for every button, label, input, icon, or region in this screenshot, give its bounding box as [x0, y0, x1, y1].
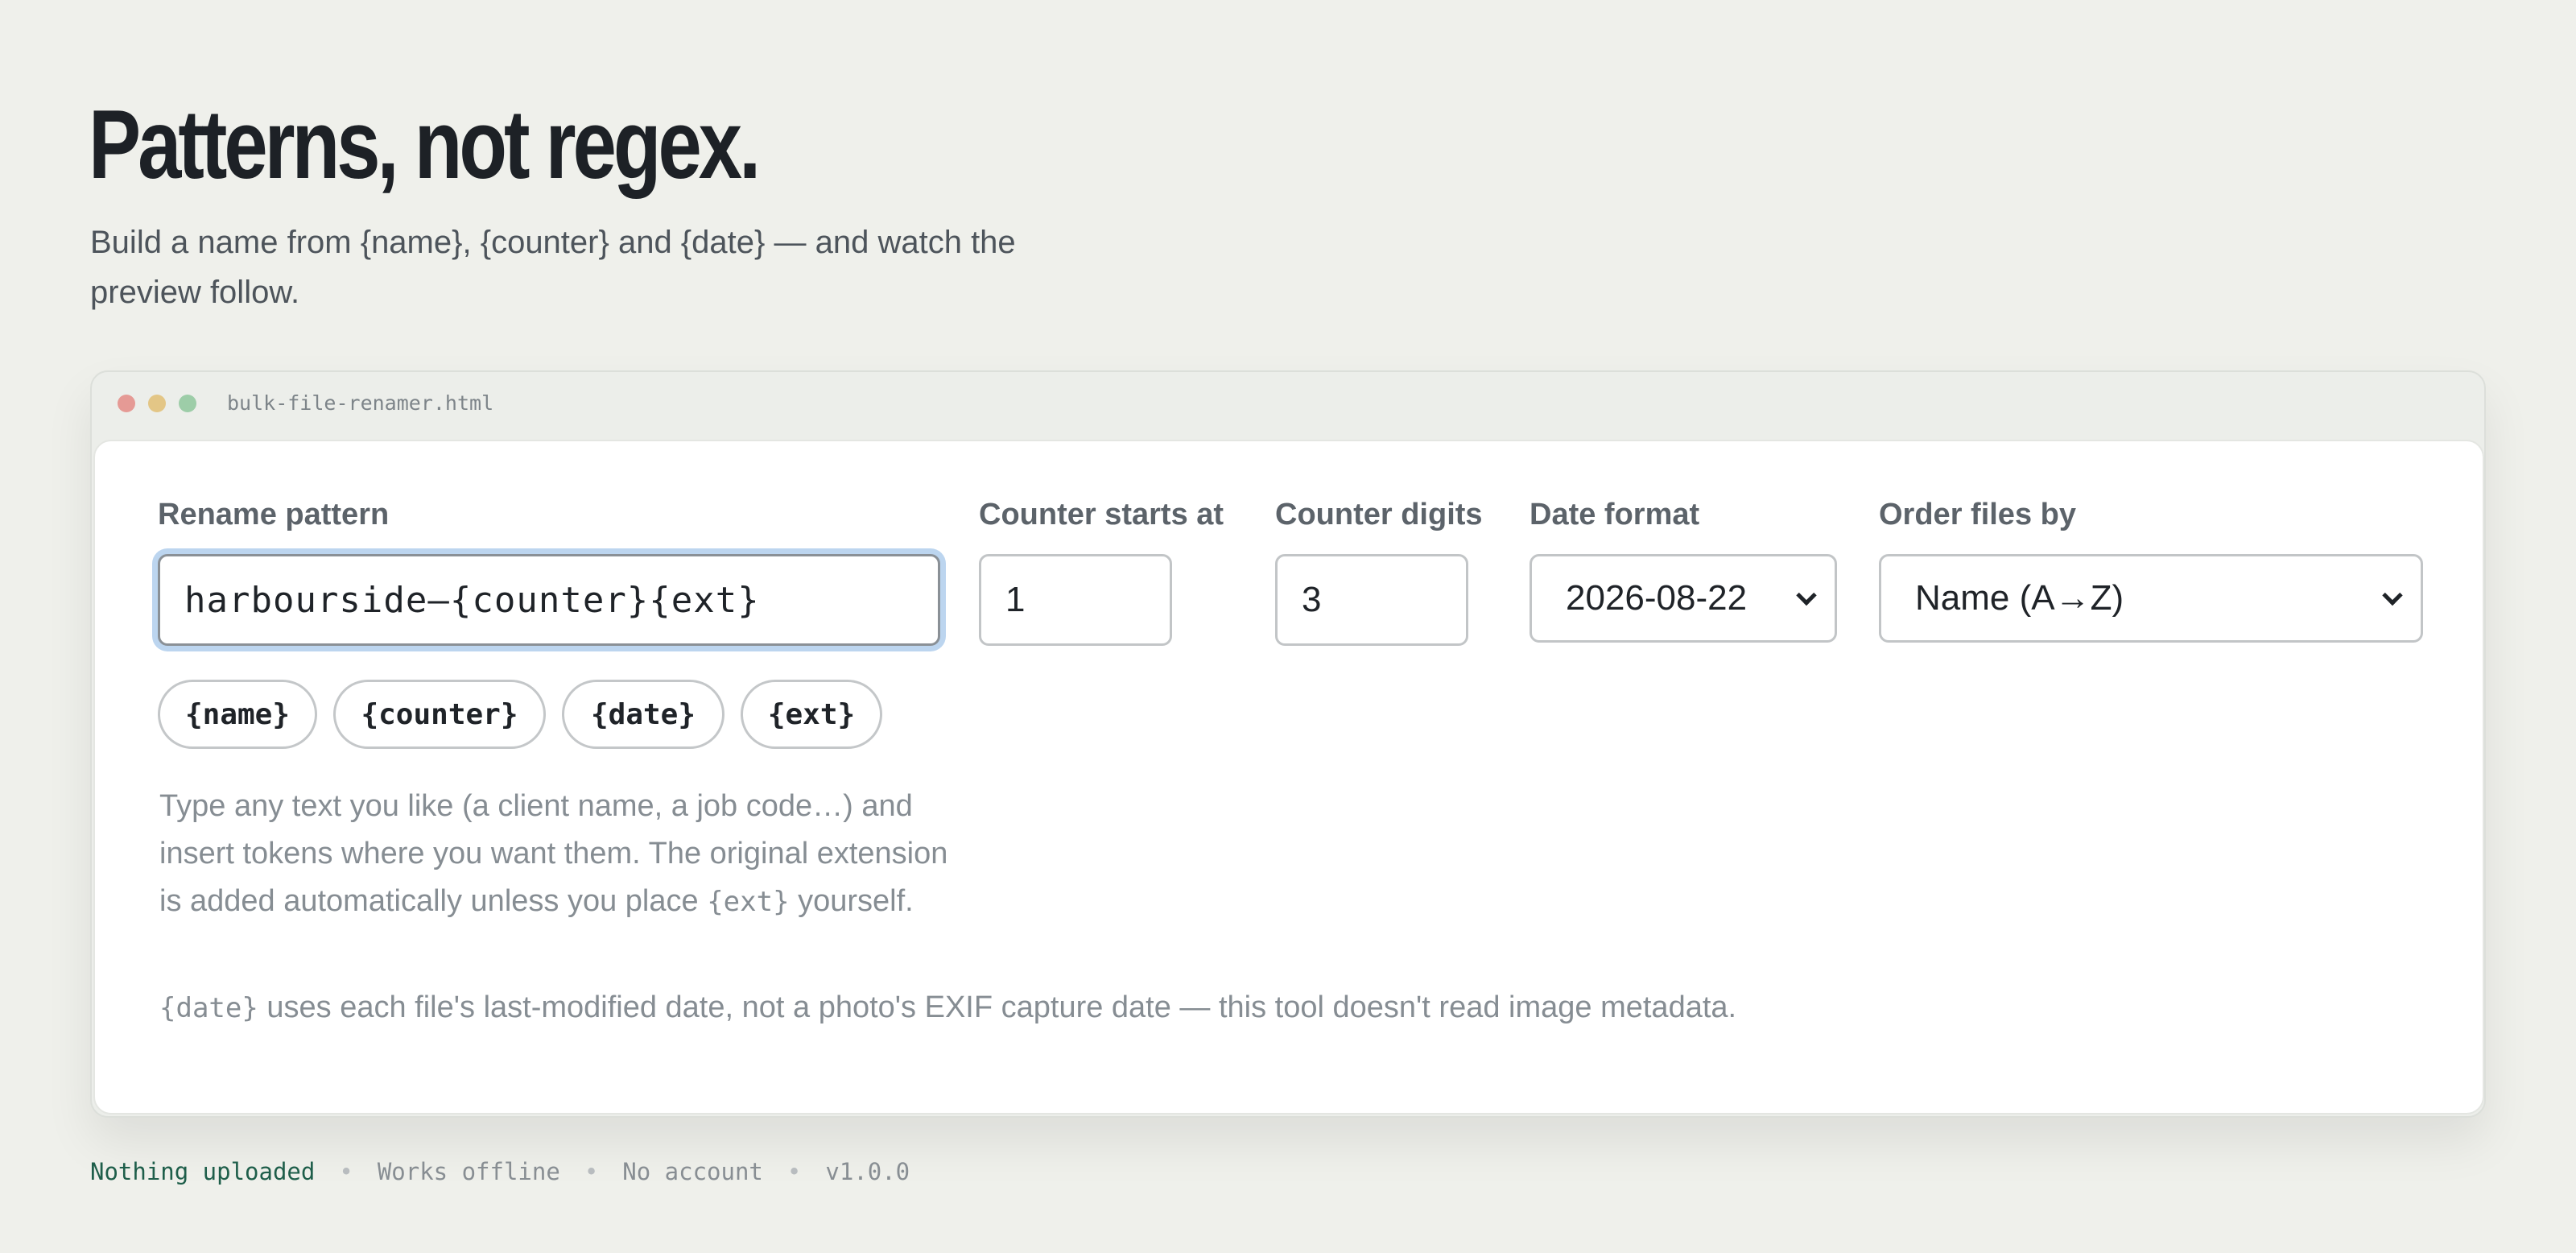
footer-separator: • — [584, 1158, 599, 1185]
window-titlebar: bulk-file-renamer.html — [92, 372, 2484, 436]
footer-status: Nothing uploaded • Works offline • No ac… — [90, 1158, 910, 1185]
token-ext-button[interactable]: {ext} — [741, 680, 882, 749]
date-format-label: Date format — [1530, 498, 1700, 531]
order-value: Name (A→Z) — [1915, 578, 2124, 618]
footer-no-account: No account — [622, 1158, 763, 1185]
order-label: Order files by — [1879, 498, 2076, 531]
footer-separator: • — [786, 1158, 802, 1185]
footer-separator: • — [339, 1158, 353, 1185]
help-text-tail: yourself. — [798, 884, 914, 918]
counter-start-input[interactable]: 1 — [979, 554, 1172, 646]
browser-window: bulk-file-renamer.html Rename pattern ha… — [90, 370, 2486, 1118]
pattern-label: Rename pattern — [158, 498, 390, 531]
footer-works-offline: Works offline — [377, 1158, 560, 1185]
page-title: Patterns, not regex. — [89, 89, 761, 199]
chevron-down-icon — [2382, 585, 2403, 606]
order-select[interactable]: Name (A→Z) — [1879, 554, 2423, 643]
chevron-down-icon — [1796, 585, 1817, 606]
date-note: {date} uses each file's last-modified da… — [159, 984, 2333, 1032]
date-note-code: {date} — [159, 992, 258, 1024]
pattern-help-text: Type any text you like (a client name, a… — [159, 783, 956, 926]
counter-digits-value: 3 — [1302, 580, 1322, 619]
counter-start-value: 1 — [1005, 580, 1026, 619]
help-text-code: {ext} — [707, 886, 790, 918]
counter-start-label: Counter starts at — [979, 498, 1224, 531]
token-date-button[interactable]: {date} — [562, 680, 724, 749]
token-name-button[interactable]: {name} — [158, 680, 317, 749]
pattern-input-value: harbourside–{counter}{ext} — [184, 579, 760, 621]
minimize-window-dot-icon[interactable] — [148, 395, 166, 412]
close-window-dot-icon[interactable] — [118, 395, 135, 412]
token-counter-button[interactable]: {counter} — [333, 680, 546, 749]
window-filename: bulk-file-renamer.html — [227, 391, 494, 415]
date-format-value: 2026-08-22 — [1566, 578, 1748, 618]
counter-digits-label: Counter digits — [1275, 498, 1483, 531]
page-subtitle: Build a name from {name}, {counter} and … — [90, 225, 1016, 310]
date-format-select[interactable]: 2026-08-22 — [1530, 554, 1837, 643]
maximize-window-dot-icon[interactable] — [179, 395, 196, 412]
footer-version: v1.0.0 — [825, 1158, 910, 1185]
counter-digits-input[interactable]: 3 — [1275, 554, 1468, 646]
renamer-panel: Rename pattern harbourside–{counter}{ext… — [93, 440, 2484, 1114]
pattern-input[interactable]: harbourside–{counter}{ext} — [158, 554, 940, 646]
footer-nothing-uploaded: Nothing uploaded — [90, 1158, 316, 1185]
date-note-text: uses each file's last-modified date, not… — [266, 990, 1737, 1024]
